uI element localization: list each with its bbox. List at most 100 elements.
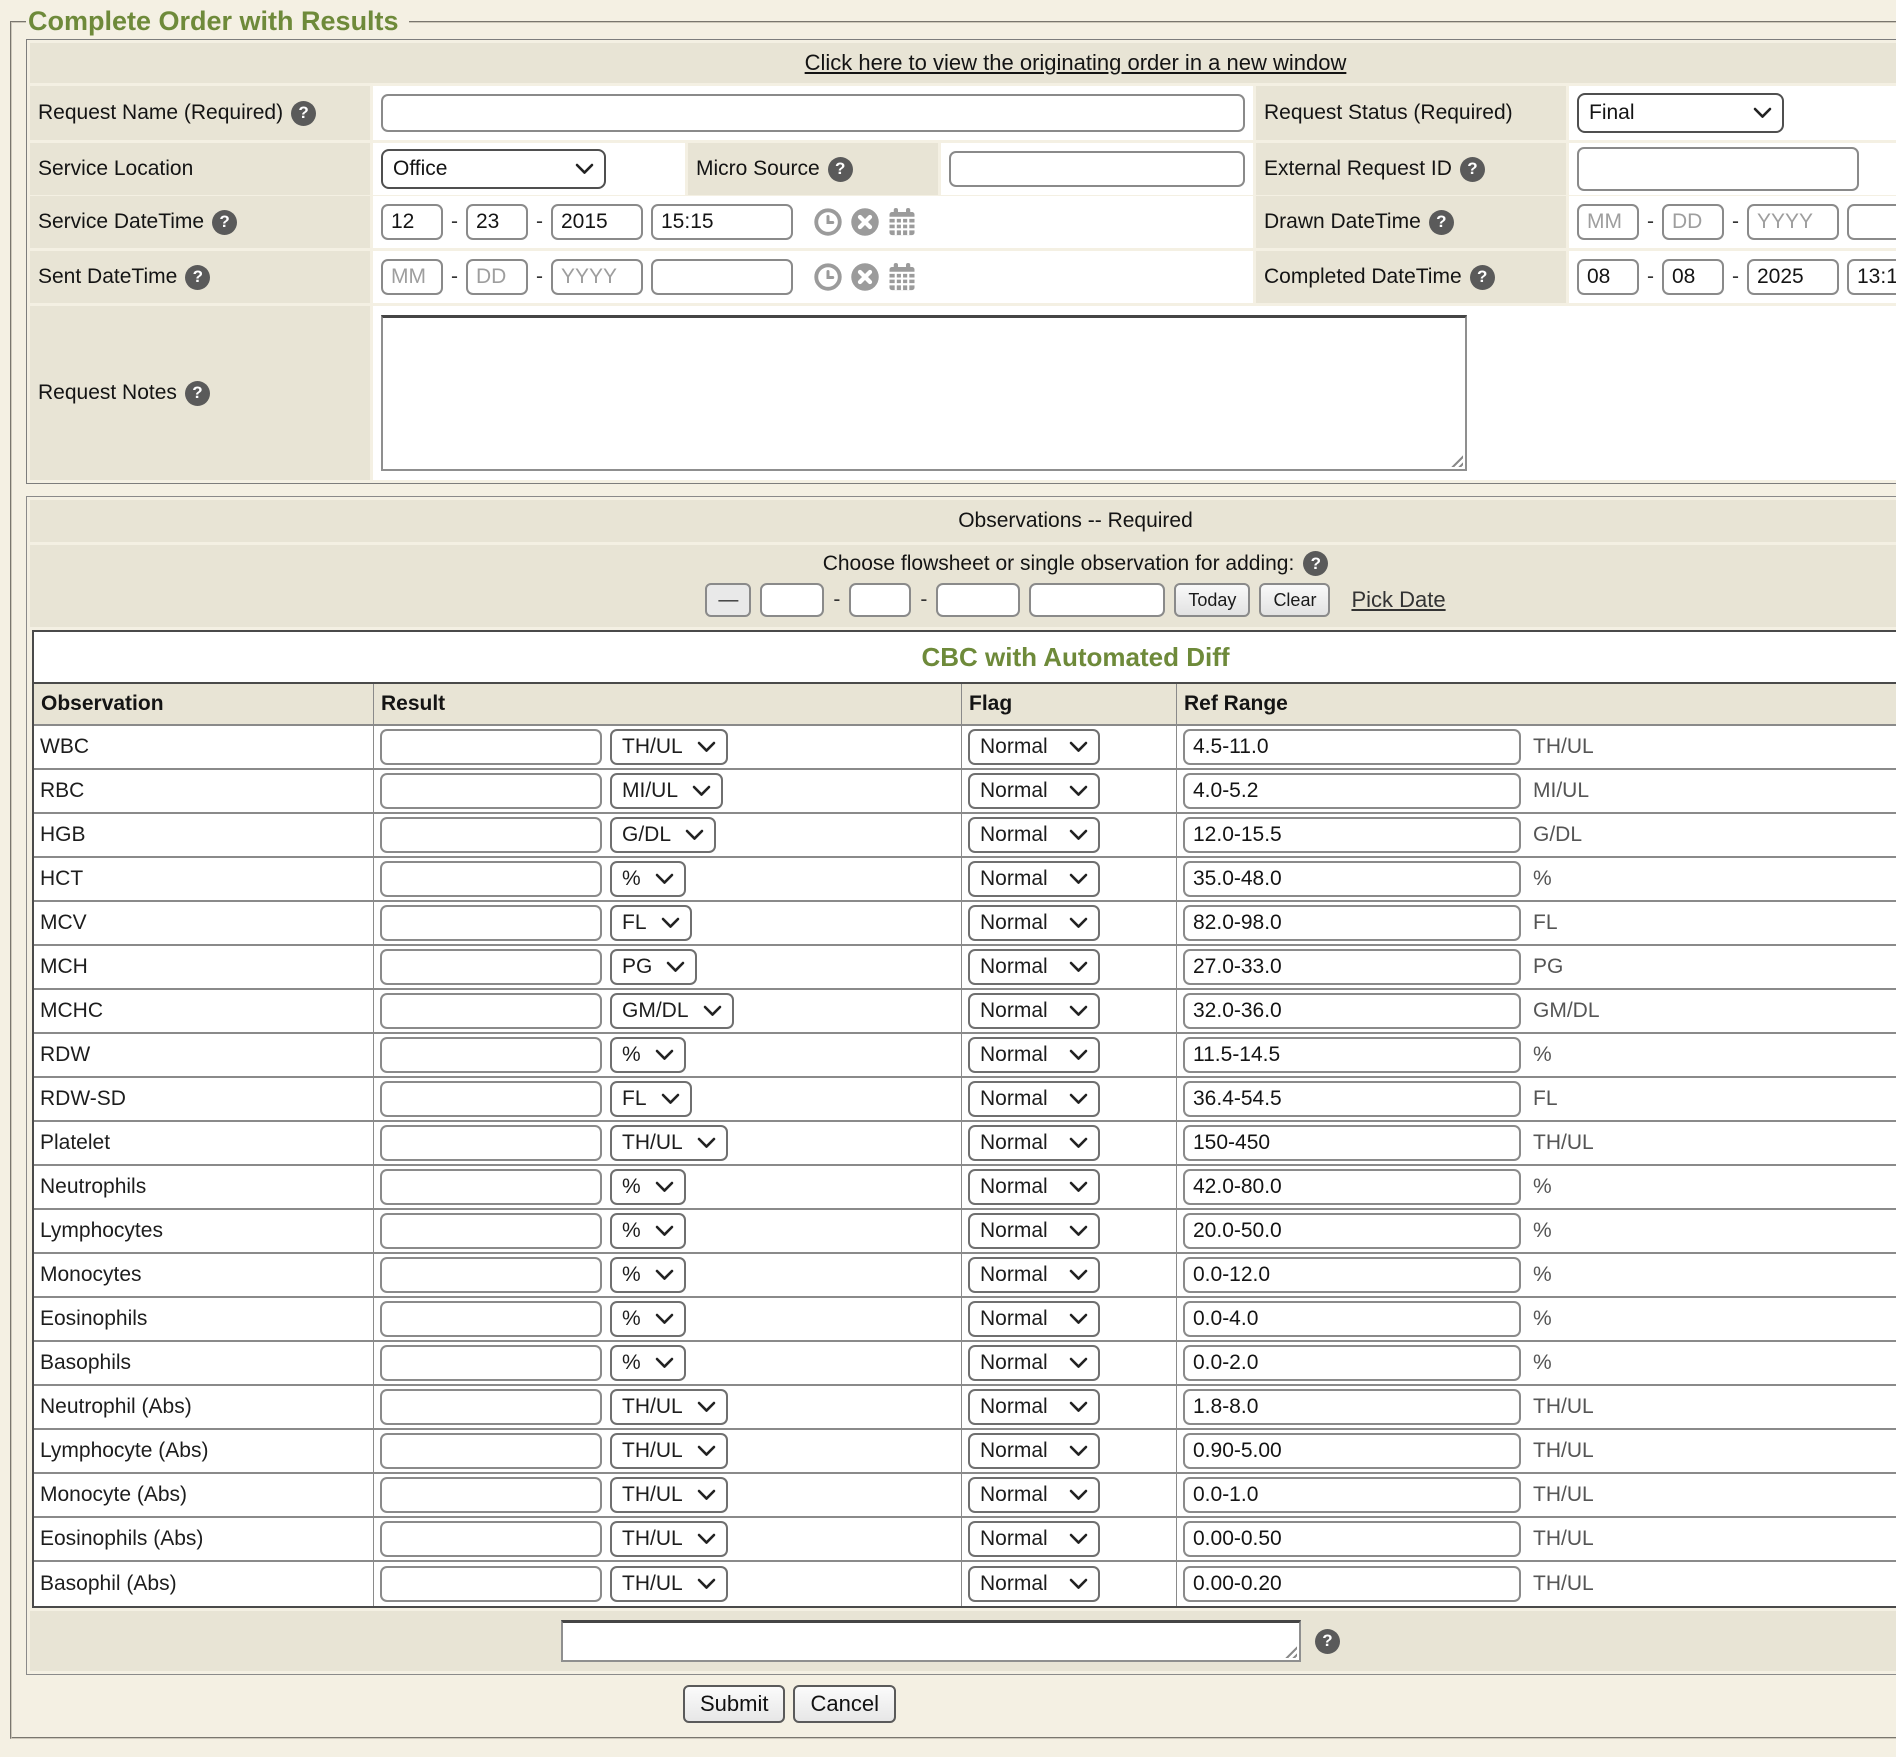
result-unit-select[interactable]: TH/UL <box>610 1389 728 1425</box>
result-unit-select[interactable]: TH/UL <box>610 1125 728 1161</box>
flag-select[interactable]: Normal <box>968 1521 1100 1557</box>
flag-select[interactable]: Normal <box>968 1433 1100 1469</box>
ref-range-input[interactable] <box>1183 1081 1521 1117</box>
flag-select[interactable]: Normal <box>968 1301 1100 1337</box>
ref-range-input[interactable] <box>1183 861 1521 897</box>
result-input[interactable] <box>380 1433 602 1469</box>
help-icon[interactable] <box>185 265 210 290</box>
service-time-input[interactable] <box>651 204 793 240</box>
result-unit-select[interactable]: FL <box>610 1081 692 1117</box>
flag-select[interactable]: Normal <box>968 1345 1100 1381</box>
result-unit-select[interactable]: % <box>610 1257 686 1293</box>
ref-range-input[interactable] <box>1183 1566 1521 1602</box>
result-input[interactable] <box>380 1169 602 1205</box>
drawn-year-input[interactable] <box>1747 204 1839 240</box>
calendar-icon[interactable] <box>887 262 917 292</box>
completed-year-input[interactable] <box>1747 259 1839 295</box>
result-input[interactable] <box>380 1301 602 1337</box>
ref-range-input[interactable] <box>1183 1169 1521 1205</box>
submit-button[interactable]: Submit <box>683 1685 785 1723</box>
external-request-id-input[interactable] <box>1577 147 1859 191</box>
ref-range-input[interactable] <box>1183 1433 1521 1469</box>
request-name-input[interactable] <box>381 94 1245 132</box>
flag-select[interactable]: Normal <box>968 1169 1100 1205</box>
sent-month-input[interactable] <box>381 259 443 295</box>
clock-icon[interactable] <box>813 262 843 292</box>
sent-day-input[interactable] <box>466 259 528 295</box>
clear-button[interactable]: Clear <box>1259 583 1330 617</box>
result-unit-select[interactable]: TH/UL <box>610 1566 728 1602</box>
calendar-icon[interactable] <box>887 207 917 237</box>
request-status-select[interactable]: Final <box>1577 93 1784 133</box>
drawn-day-input[interactable] <box>1662 204 1724 240</box>
help-icon[interactable] <box>828 157 853 182</box>
ref-range-input[interactable] <box>1183 949 1521 985</box>
result-input[interactable] <box>380 1345 602 1381</box>
view-originating-order-link[interactable]: Click here to view the originating order… <box>805 50 1347 76</box>
ref-range-input[interactable] <box>1183 1213 1521 1249</box>
ref-range-input[interactable] <box>1183 1125 1521 1161</box>
result-input[interactable] <box>380 1389 602 1425</box>
pick-date-link[interactable]: Pick Date <box>1351 587 1445 613</box>
result-unit-select[interactable]: TH/UL <box>610 1433 728 1469</box>
result-input[interactable] <box>380 1213 602 1249</box>
result-unit-select[interactable]: TH/UL <box>610 1477 728 1513</box>
today-button[interactable]: Today <box>1174 583 1250 617</box>
chooser-year-input[interactable] <box>936 583 1020 617</box>
clear-datetime-icon[interactable] <box>850 207 880 237</box>
resize-handle[interactable] <box>1282 1643 1297 1658</box>
micro-source-input[interactable] <box>949 151 1245 187</box>
ref-range-input[interactable] <box>1183 1345 1521 1381</box>
cancel-button[interactable]: Cancel <box>793 1685 895 1723</box>
help-icon[interactable] <box>212 210 237 235</box>
clear-datetime-icon[interactable] <box>850 262 880 292</box>
clock-icon[interactable] <box>813 207 843 237</box>
flag-select[interactable]: Normal <box>968 1213 1100 1249</box>
service-location-select[interactable]: Office <box>381 149 606 189</box>
help-icon[interactable] <box>1303 551 1328 576</box>
ref-range-input[interactable] <box>1183 1037 1521 1073</box>
result-input[interactable] <box>380 861 602 897</box>
flag-select[interactable]: Normal <box>968 1037 1100 1073</box>
chooser-day-input[interactable] <box>849 583 911 617</box>
drawn-month-input[interactable] <box>1577 204 1639 240</box>
chooser-month-input[interactable] <box>760 583 824 617</box>
chooser-time-input[interactable] <box>1029 583 1165 617</box>
result-input[interactable] <box>380 905 602 941</box>
ref-range-input[interactable] <box>1183 729 1521 765</box>
ref-range-input[interactable] <box>1183 1257 1521 1293</box>
flag-select[interactable]: Normal <box>968 905 1100 941</box>
result-unit-select[interactable]: GM/DL <box>610 993 734 1029</box>
result-unit-select[interactable]: % <box>610 1169 686 1205</box>
flag-select[interactable]: Normal <box>968 773 1100 809</box>
result-unit-select[interactable]: % <box>610 1213 686 1249</box>
service-day-input[interactable] <box>466 204 528 240</box>
resize-handle[interactable] <box>1448 452 1463 467</box>
flag-select[interactable]: Normal <box>968 1477 1100 1513</box>
result-input[interactable] <box>380 817 602 853</box>
flag-select[interactable]: Normal <box>968 729 1100 765</box>
help-icon[interactable] <box>1470 265 1495 290</box>
help-icon[interactable] <box>291 101 316 126</box>
completed-day-input[interactable] <box>1662 259 1724 295</box>
result-input[interactable] <box>380 1081 602 1117</box>
help-icon[interactable] <box>1429 210 1454 235</box>
result-unit-select[interactable]: G/DL <box>610 817 716 853</box>
ref-range-input[interactable] <box>1183 1477 1521 1513</box>
flag-select[interactable]: Normal <box>968 1257 1100 1293</box>
result-input[interactable] <box>380 1566 602 1602</box>
ref-range-input[interactable] <box>1183 1521 1521 1557</box>
flag-select[interactable]: Normal <box>968 993 1100 1029</box>
result-unit-select[interactable]: % <box>610 1345 686 1381</box>
flag-select[interactable]: Normal <box>968 1125 1100 1161</box>
ref-range-input[interactable] <box>1183 905 1521 941</box>
ref-range-input[interactable] <box>1183 993 1521 1029</box>
result-input[interactable] <box>380 1037 602 1073</box>
sent-year-input[interactable] <box>551 259 643 295</box>
flag-select[interactable]: Normal <box>968 1081 1100 1117</box>
flag-select[interactable]: Normal <box>968 1566 1100 1602</box>
result-input[interactable] <box>380 949 602 985</box>
result-input[interactable] <box>380 1257 602 1293</box>
help-icon[interactable] <box>1460 157 1485 182</box>
flag-select[interactable]: Normal <box>968 1389 1100 1425</box>
